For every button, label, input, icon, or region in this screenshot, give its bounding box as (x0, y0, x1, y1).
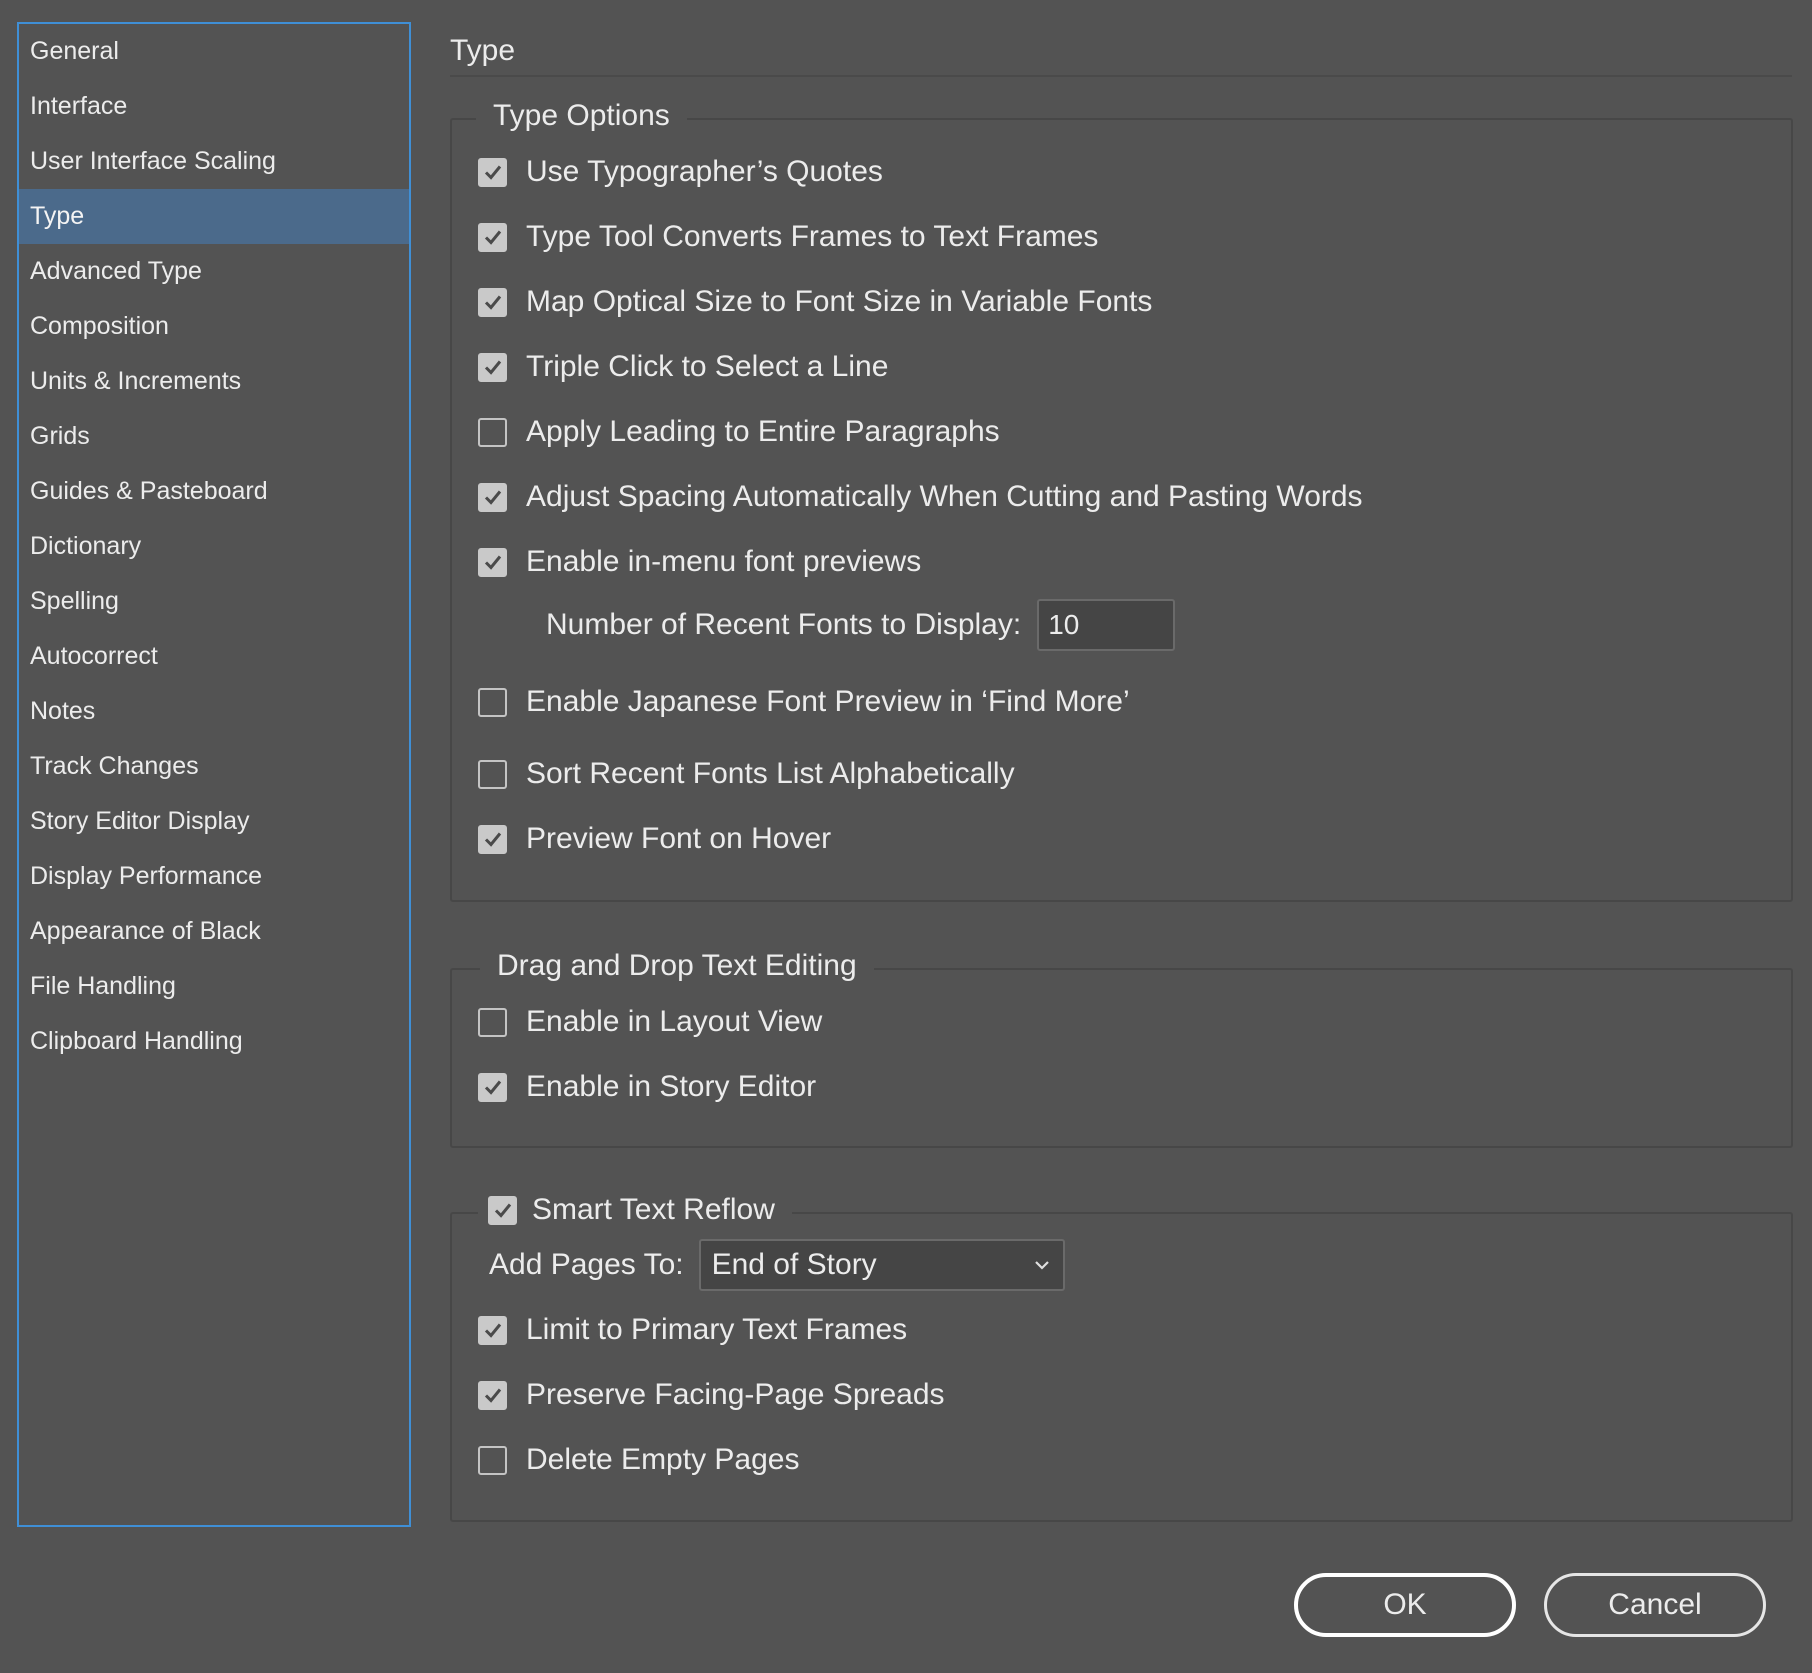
checkmark-icon (484, 490, 501, 505)
option-typographers-quotes[interactable]: Use Typographer’s Quotes (478, 152, 883, 192)
checkbox[interactable] (478, 759, 507, 789)
ok-button[interactable]: OK (1294, 1573, 1516, 1637)
checkbox[interactable] (478, 1380, 507, 1410)
checkmark-icon (484, 1323, 501, 1338)
sidebar-item-spelling[interactable]: Spelling (19, 574, 409, 629)
title-divider (450, 75, 1792, 77)
option-label: Map Optical Size to Font Size in Variabl… (526, 285, 1153, 318)
checkbox[interactable] (478, 352, 507, 382)
checkmark-icon (484, 1388, 501, 1403)
checkbox[interactable] (478, 1072, 507, 1102)
checkbox[interactable] (478, 287, 507, 317)
checkmark-icon (484, 832, 501, 847)
checkmark-icon (484, 360, 501, 375)
option-sort-recent-fonts[interactable]: Sort Recent Fonts List Alphabetically (478, 754, 1015, 794)
sidebar-item-clipboard-handling[interactable]: Clipboard Handling (19, 1014, 409, 1069)
option-type-tool-converts[interactable]: Type Tool Converts Frames to Text Frames (478, 217, 1098, 257)
page-title: Type (450, 34, 516, 67)
option-enable-story-editor[interactable]: Enable in Story Editor (478, 1067, 816, 1107)
option-label: Apply Leading to Entire Paragraphs (526, 415, 1000, 448)
add-pages-label: Add Pages To: (489, 1248, 684, 1281)
recent-fonts-row: Number of Recent Fonts to Display: (546, 598, 1176, 652)
option-triple-click[interactable]: Triple Click to Select a Line (478, 347, 888, 387)
recent-fonts-input[interactable] (1037, 599, 1176, 651)
option-label: Preview Font on Hover (526, 822, 832, 855)
option-label: Enable in-menu font previews (526, 545, 922, 578)
checkbox[interactable] (478, 1315, 507, 1345)
option-in-menu-font-previews[interactable]: Enable in-menu font previews (478, 542, 921, 582)
option-label: Enable Japanese Font Preview in ‘Find Mo… (526, 685, 1130, 718)
option-label: Sort Recent Fonts List Alphabetically (526, 757, 1015, 790)
group-legend: Drag and Drop Text Editing (480, 946, 874, 986)
sidebar-item-file-handling[interactable]: File Handling (19, 959, 409, 1014)
sidebar-item-advanced-type[interactable]: Advanced Type (19, 244, 409, 299)
option-japanese-font-preview[interactable]: Enable Japanese Font Preview in ‘Find Mo… (478, 682, 1130, 722)
checkbox[interactable] (478, 222, 507, 252)
checkbox[interactable] (478, 547, 507, 577)
sidebar-item-story-editor-display[interactable]: Story Editor Display (19, 794, 409, 849)
add-pages-row: Add Pages To: End of Story (489, 1238, 1065, 1292)
recent-fonts-label: Number of Recent Fonts to Display: (546, 608, 1022, 641)
checkmark-icon (484, 230, 501, 245)
option-preview-font-on-hover[interactable]: Preview Font on Hover (478, 819, 831, 859)
checkmark-icon (494, 1203, 511, 1218)
option-enable-layout-view[interactable]: Enable in Layout View (478, 1002, 822, 1042)
add-pages-select[interactable]: End of Story (698, 1239, 1065, 1291)
group-legend: Smart Text Reflow (532, 1193, 775, 1226)
sidebar-item-type[interactable]: Type (19, 189, 409, 244)
option-label: Adjust Spacing Automatically When Cuttin… (526, 480, 1363, 513)
smart-text-reflow-toggle[interactable]: Smart Text Reflow (478, 1190, 792, 1230)
sidebar-item-track-changes[interactable]: Track Changes (19, 739, 409, 794)
checkbox[interactable] (478, 157, 507, 187)
cancel-button[interactable]: Cancel (1544, 1573, 1766, 1637)
sidebar-item-autocorrect[interactable]: Autocorrect (19, 629, 409, 684)
option-label: Enable in Layout View (526, 1005, 823, 1038)
group-legend: Type Options (476, 96, 687, 136)
preferences-sidebar: General Interface User Interface Scaling… (17, 22, 411, 1527)
sidebar-item-user-interface-scaling[interactable]: User Interface Scaling (19, 134, 409, 189)
option-apply-leading[interactable]: Apply Leading to Entire Paragraphs (478, 412, 1000, 452)
option-limit-primary-frames[interactable]: Limit to Primary Text Frames (478, 1310, 907, 1350)
sidebar-item-guides-pasteboard[interactable]: Guides & Pasteboard (19, 464, 409, 519)
checkbox[interactable] (478, 1445, 507, 1475)
checkmark-icon (484, 555, 501, 570)
sidebar-item-general[interactable]: General (19, 24, 409, 79)
option-label: Type Tool Converts Frames to Text Frames (526, 220, 1099, 253)
option-label: Enable in Story Editor (526, 1070, 817, 1103)
checkbox[interactable] (478, 824, 507, 854)
sidebar-item-composition[interactable]: Composition (19, 299, 409, 354)
preferences-dialog: General Interface User Interface Scaling… (0, 0, 1812, 1673)
sidebar-item-grids[interactable]: Grids (19, 409, 409, 464)
checkmark-icon (484, 295, 501, 310)
checkbox[interactable] (478, 1007, 507, 1037)
option-label: Use Typographer’s Quotes (526, 155, 883, 188)
checkbox[interactable] (478, 482, 507, 512)
option-label: Triple Click to Select a Line (526, 350, 889, 383)
option-delete-empty-pages[interactable]: Delete Empty Pages (478, 1440, 799, 1480)
sidebar-item-notes[interactable]: Notes (19, 684, 409, 739)
checkbox[interactable] (488, 1195, 517, 1225)
sidebar-item-appearance-of-black[interactable]: Appearance of Black (19, 904, 409, 959)
option-label: Preserve Facing-Page Spreads (526, 1378, 945, 1411)
sidebar-item-dictionary[interactable]: Dictionary (19, 519, 409, 574)
option-map-optical-size[interactable]: Map Optical Size to Font Size in Variabl… (478, 282, 1152, 322)
sidebar-item-interface[interactable]: Interface (19, 79, 409, 134)
checkmark-icon (484, 165, 501, 180)
option-label: Limit to Primary Text Frames (526, 1313, 908, 1346)
chevron-down-icon (1034, 1261, 1049, 1270)
option-adjust-spacing[interactable]: Adjust Spacing Automatically When Cuttin… (478, 477, 1363, 517)
add-pages-value: End of Story (711, 1248, 877, 1281)
smart-text-reflow-group: Smart Text Reflow Add Pages To: End of S… (450, 1190, 1793, 1522)
checkmark-icon (484, 1080, 501, 1095)
option-preserve-spreads[interactable]: Preserve Facing-Page Spreads (478, 1375, 945, 1415)
sidebar-item-units-increments[interactable]: Units & Increments (19, 354, 409, 409)
option-label: Delete Empty Pages (526, 1443, 800, 1476)
drag-drop-group: Drag and Drop Text Editing Enable in Lay… (450, 946, 1793, 1148)
checkbox[interactable] (478, 687, 507, 717)
type-options-group: Type Options Use Typographer’s Quotes Ty… (450, 96, 1793, 902)
checkbox[interactable] (478, 417, 507, 447)
sidebar-item-display-performance[interactable]: Display Performance (19, 849, 409, 904)
